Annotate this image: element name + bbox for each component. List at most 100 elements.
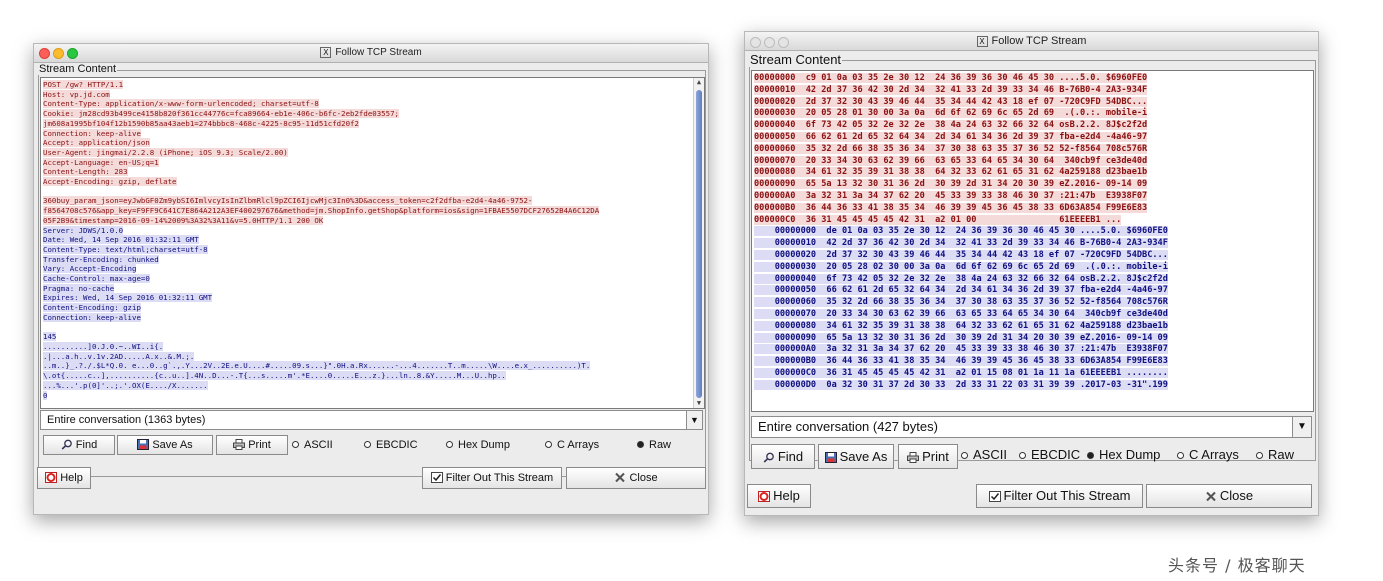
- stream-line: Content-Type: text/html;charset=utf-8: [43, 244, 208, 254]
- stream-text-area[interactable]: 00000000 c9 01 0a 03 35 2e 30 12 24 36 3…: [751, 70, 1314, 412]
- stream-line: Pragma: no-cache: [43, 283, 115, 293]
- radio-button-icon[interactable]: [545, 441, 552, 448]
- radio-raw[interactable]: Raw: [637, 436, 671, 454]
- hex-dump-line: 000000A0 3a 32 31 3a 34 37 62 20 45 33 3…: [754, 344, 1168, 355]
- stream-line: Cookie: jm28cd93b499ce4158b820f361cc4477…: [43, 109, 399, 119]
- printer-icon: [907, 452, 920, 463]
- radio-ascii[interactable]: ASCII: [961, 446, 1007, 464]
- floppy-save-icon: [824, 452, 837, 463]
- stream-line: Cache-Control: max-age=0: [43, 274, 150, 284]
- stream-line: User-Agent: jingmai/2.2.8 (iPhone; iOS 9…: [43, 147, 288, 157]
- stream-content-label: Stream Content: [749, 52, 843, 67]
- hex-dump-line: 00000040 6f 73 42 05 32 2e 32 2e 38 4a 2…: [754, 120, 1148, 131]
- hex-dump-line: 00000000 c9 01 0a 03 35 2e 30 12 24 36 3…: [754, 73, 1148, 83]
- close-window-icon[interactable]: [39, 48, 50, 59]
- stream-line: 145: [43, 332, 57, 342]
- hex-dump-line: 00000060 35 32 2d 66 38 35 36 34 37 30 3…: [754, 143, 1148, 154]
- close-button[interactable]: Close: [1146, 484, 1312, 508]
- title-bar[interactable]: X Follow TCP Stream: [34, 44, 708, 63]
- stream-line: Expires: Wed, 14 Sep 2016 01:32:11 GMT: [43, 293, 213, 303]
- follow-tcp-stream-window-left: X Follow TCP Stream Stream Content POST /…: [33, 43, 709, 515]
- hex-dump-line: 00000040 6f 73 42 05 32 2e 32 2e 38 4a 2…: [754, 273, 1168, 284]
- hex-dump-line: 00000090 65 5a 13 32 30 31 36 2d 30 39 2…: [754, 332, 1168, 343]
- radio-button-icon[interactable]: [961, 452, 968, 459]
- close-button[interactable]: Close: [566, 467, 706, 489]
- stream-line: Content-Type: application/x-www-form-url…: [43, 99, 319, 109]
- chevron-down-icon[interactable]: ▼: [1292, 417, 1311, 437]
- stream-line: Content-Encoding: gzip: [43, 303, 141, 313]
- close-window-icon[interactable]: [750, 37, 761, 48]
- hex-dump-line: 000000B0 36 44 36 33 41 38 35 34 46 39 3…: [754, 356, 1168, 367]
- minimize-window-icon[interactable]: [53, 48, 64, 59]
- save-as-button[interactable]: Save As: [117, 435, 213, 455]
- stream-content-label: Stream Content: [38, 63, 118, 75]
- scroll-down-icon[interactable]: ▼: [694, 399, 704, 408]
- filter-out-stream-button[interactable]: Filter Out This Stream: [422, 467, 562, 489]
- filter-out-stream-button[interactable]: Filter Out This Stream: [976, 484, 1143, 508]
- radio-button-icon[interactable]: [1087, 452, 1094, 459]
- find-button[interactable]: Find: [43, 435, 115, 455]
- hex-dump-line: 00000020 2d 37 32 30 43 39 46 44 35 34 4…: [754, 96, 1148, 107]
- radio-button-icon[interactable]: [1019, 452, 1026, 459]
- x11-icon: X: [320, 46, 332, 58]
- stream-line: [43, 187, 704, 197]
- conversation-select-value: Entire conversation (1363 bytes): [47, 414, 206, 426]
- stream-line: Accept: application/json: [43, 138, 150, 148]
- hex-dump-line: 00000010 42 2d 37 36 42 30 2d 34 32 41 3…: [754, 84, 1148, 95]
- radio-hex-dump[interactable]: Hex Dump: [446, 436, 510, 454]
- zoom-window-icon[interactable]: [778, 37, 789, 48]
- stream-line: Host: vp.jd.com: [43, 89, 110, 99]
- radio-hex-dump[interactable]: Hex Dump: [1087, 446, 1160, 464]
- stream-line: f8564708c576&app_key=F9FF9C641C7E864A212…: [43, 206, 600, 216]
- save-as-button[interactable]: Save As: [818, 444, 894, 469]
- zoom-window-icon[interactable]: [67, 48, 78, 59]
- stream-line: ..........]0.J.0.~..WI..i{.: [43, 341, 164, 351]
- conversation-select[interactable]: Entire conversation (427 bytes) ▼: [751, 416, 1312, 438]
- stream-line: 05F2B9&timestamp=2016-09-14%2009%3A32%3A…: [43, 215, 324, 225]
- stream-text-area[interactable]: POST /gw? HTTP/1.1 Host: vp.jd.com Content…: [40, 77, 705, 409]
- hex-dump-line: 000000D0 0a 32 30 31 37 2d 30 33 2d 33 3…: [754, 379, 1168, 390]
- stream-line: Transfer-Encoding: chunked: [43, 254, 159, 264]
- radio-button-icon[interactable]: [292, 441, 299, 448]
- vertical-scrollbar[interactable]: ▲ ▼: [693, 78, 704, 408]
- radio-ebcdic[interactable]: EBCDIC: [1019, 446, 1080, 464]
- radio-button-icon[interactable]: [1177, 452, 1184, 459]
- scroll-up-icon[interactable]: ▲: [694, 78, 704, 87]
- radio-button-icon[interactable]: [364, 441, 371, 448]
- help-button[interactable]: Help: [747, 484, 811, 508]
- radio-ebcdic[interactable]: EBCDIC: [364, 436, 418, 454]
- window-title: Follow TCP Stream: [991, 35, 1087, 47]
- hex-dump-line: 00000050 66 62 61 2d 65 32 64 34 2d 34 6…: [754, 131, 1148, 142]
- stream-line: Accept-Encoding: gzip, deflate: [43, 177, 177, 187]
- radio-button-icon[interactable]: [637, 441, 644, 448]
- stream-line: Server: JDWS/1.0.0: [43, 225, 124, 235]
- print-button[interactable]: Print: [216, 435, 288, 455]
- find-button[interactable]: Find: [751, 444, 815, 469]
- print-button[interactable]: Print: [898, 444, 958, 469]
- minimize-window-icon[interactable]: [764, 37, 775, 48]
- filter-checkbox-icon: [988, 491, 1001, 502]
- chevron-down-icon[interactable]: ▼: [686, 411, 702, 429]
- radio-raw[interactable]: Raw: [1256, 446, 1294, 464]
- scrollbar-thumb[interactable]: [696, 90, 702, 398]
- radio-ascii[interactable]: ASCII: [292, 436, 333, 454]
- radio-c-arrays[interactable]: C Arrays: [545, 436, 599, 454]
- help-lifebuoy-icon: [45, 472, 58, 483]
- radio-button-icon[interactable]: [1256, 452, 1263, 459]
- help-lifebuoy-icon: [758, 491, 771, 502]
- stream-line: [43, 323, 704, 333]
- conversation-select[interactable]: Entire conversation (1363 bytes) ▼: [40, 410, 703, 430]
- title-bar[interactable]: X Follow TCP Stream: [745, 32, 1318, 51]
- hex-dump-line: 000000A0 3a 32 31 3a 34 37 62 20 45 33 3…: [754, 190, 1148, 201]
- stream-line: jm608a1995bf104f12b1590b85aa43aeb1=274bb…: [43, 118, 359, 128]
- stream-line: Content-Length: 283: [43, 167, 128, 177]
- stream-line: ...%...'.p(0]'..;.'.OX(E..../X.......: [43, 380, 208, 390]
- stream-line: 360buy_param_json=eyJwbGF0Zm9ybSI6Imlvcy…: [43, 196, 533, 206]
- hex-dump-line: 00000070 20 33 34 30 63 62 39 66 63 65 3…: [754, 155, 1148, 166]
- follow-tcp-stream-window-right: X Follow TCP Stream Stream Content 000000…: [744, 31, 1319, 516]
- radio-c-arrays[interactable]: C Arrays: [1177, 446, 1239, 464]
- radio-button-icon[interactable]: [446, 441, 453, 448]
- stream-line: .|...a.h..v.1v.2AD.....A.x..&.M.;.: [43, 351, 195, 361]
- filter-checkbox-icon: [430, 472, 443, 483]
- help-button[interactable]: Help: [37, 467, 91, 489]
